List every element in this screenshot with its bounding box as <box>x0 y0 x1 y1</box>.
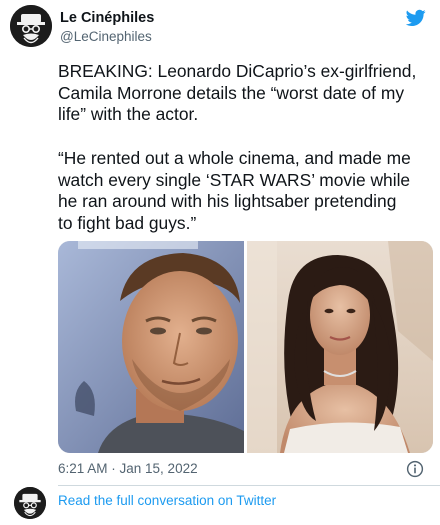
photo-man[interactable] <box>58 241 244 453</box>
display-name[interactable]: Le Cinéphiles <box>60 10 154 26</box>
user-handle[interactable]: @LeCinephiles <box>60 29 152 44</box>
photo-woman[interactable] <box>247 241 433 453</box>
twitter-bird-icon[interactable] <box>405 9 426 27</box>
reply-avatar[interactable] <box>14 487 46 519</box>
tweet-card: Le Cinéphiles @LeCinephiles BREAKING: Le… <box>0 0 440 525</box>
tweet-timestamp[interactable]: 6:21 AM · Jan 15, 2022 <box>58 461 198 476</box>
divider <box>58 485 440 486</box>
tweet-media[interactable] <box>58 241 433 453</box>
profile-avatar[interactable] <box>10 5 52 47</box>
read-conversation-link[interactable]: Read the full conversation on Twitter <box>58 493 276 508</box>
tweet-text-quote: “He rented out a whole cinema, and made … <box>58 148 411 233</box>
info-icon[interactable] <box>406 460 424 478</box>
tweet-text-headline: BREAKING: Leonardo DiCaprio’s ex-girlfri… <box>58 61 417 124</box>
